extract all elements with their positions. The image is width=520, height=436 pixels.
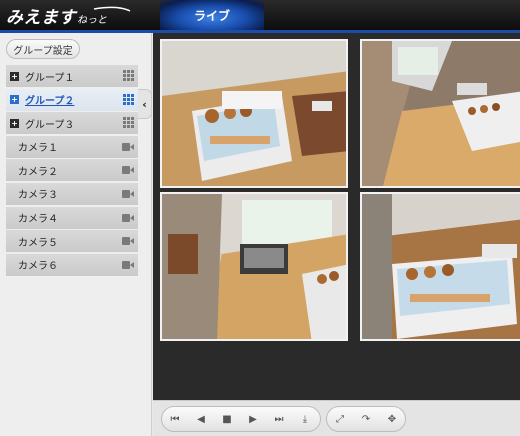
camera-label: カメラ４ (18, 214, 58, 226)
skip-to-start-icon[interactable]: ⏮ (162, 409, 188, 429)
camera-label: カメラ１ (18, 143, 58, 155)
sidebar-item-camera-6[interactable]: カメラ６ (6, 253, 138, 276)
camera-list: + グループ１ + グループ２ + グループ３ カメラ１ カメラ２ カメラ３ カ… (6, 65, 138, 277)
step-back-icon[interactable]: ◀ (188, 409, 214, 429)
video-camera-icon (122, 213, 134, 222)
expand-icon[interactable]: + (10, 95, 19, 105)
play-icon[interactable]: ▶ (240, 409, 266, 429)
group-label: グループ２ (25, 96, 75, 108)
sidebar-item-camera-4[interactable]: カメラ４ (6, 206, 138, 229)
camera-label: カメラ２ (18, 166, 58, 178)
collapse-sidebar-button[interactable]: ‹ (138, 89, 152, 119)
video-tile-2[interactable] (360, 39, 520, 188)
video-camera-icon (122, 142, 134, 151)
app-header: みえます ねっと ライブ (0, 0, 520, 30)
group-label: グループ１ (25, 72, 75, 84)
playback-toolbar: ⏮ ◀ ■ ▶ ⏭ ⤓ ⤢ ↷ ✥ (153, 400, 520, 436)
expand-icon[interactable]: + (10, 118, 19, 128)
group-label: グループ３ (25, 119, 75, 131)
logo-swoosh-icon (93, 6, 131, 12)
camera-label: カメラ６ (18, 261, 58, 273)
sidebar: グループ設定 ‹ + グループ１ + グループ２ + グループ３ カメラ１ カメ… (0, 33, 152, 436)
fullscreen-icon[interactable]: ⤢ (327, 409, 353, 429)
grid-icon[interactable] (123, 93, 134, 105)
camera-feed-image (362, 41, 520, 186)
video-tile-3[interactable] (160, 192, 348, 341)
move-icon[interactable]: ✥ (379, 409, 405, 429)
camera-label: カメラ５ (18, 237, 58, 249)
rotate-icon[interactable]: ↷ (353, 409, 379, 429)
video-camera-icon (122, 260, 134, 269)
sidebar-item-camera-1[interactable]: カメラ１ (6, 135, 138, 158)
video-tile-1[interactable] (160, 39, 348, 188)
camera-feed-image (162, 41, 346, 186)
download-icon[interactable]: ⤓ (292, 409, 318, 429)
skip-to-end-icon[interactable]: ⏭ (266, 409, 292, 429)
group-setting-button[interactable]: グループ設定 (6, 39, 80, 59)
camera-feed-image (162, 194, 346, 339)
sidebar-item-camera-3[interactable]: カメラ３ (6, 182, 138, 205)
grid-icon[interactable] (123, 70, 134, 81)
sidebar-item-group-3[interactable]: + グループ３ (6, 112, 138, 135)
grid-icon[interactable] (123, 117, 134, 129)
sidebar-item-group-1[interactable]: + グループ１ (6, 65, 138, 87)
view-controls: ⤢ ↷ ✥ (326, 406, 406, 432)
sidebar-item-camera-2[interactable]: カメラ２ (6, 159, 138, 182)
video-camera-icon (122, 166, 134, 175)
playback-controls: ⏮ ◀ ■ ▶ ⏭ ⤓ (161, 406, 321, 432)
camera-feed-image (362, 194, 520, 339)
video-tile-4[interactable] (360, 192, 520, 341)
video-camera-icon (122, 189, 134, 198)
sidebar-item-camera-5[interactable]: カメラ５ (6, 230, 138, 253)
video-camera-icon (122, 237, 134, 246)
expand-icon[interactable]: + (10, 71, 19, 81)
sidebar-item-group-2[interactable]: + グループ２ (6, 88, 138, 111)
camera-label: カメラ３ (18, 190, 58, 202)
app-logo[interactable]: みえます ねっと (6, 3, 131, 28)
tab-live[interactable]: ライブ (160, 0, 264, 30)
stop-icon[interactable]: ■ (214, 409, 240, 429)
video-grid (153, 33, 520, 436)
